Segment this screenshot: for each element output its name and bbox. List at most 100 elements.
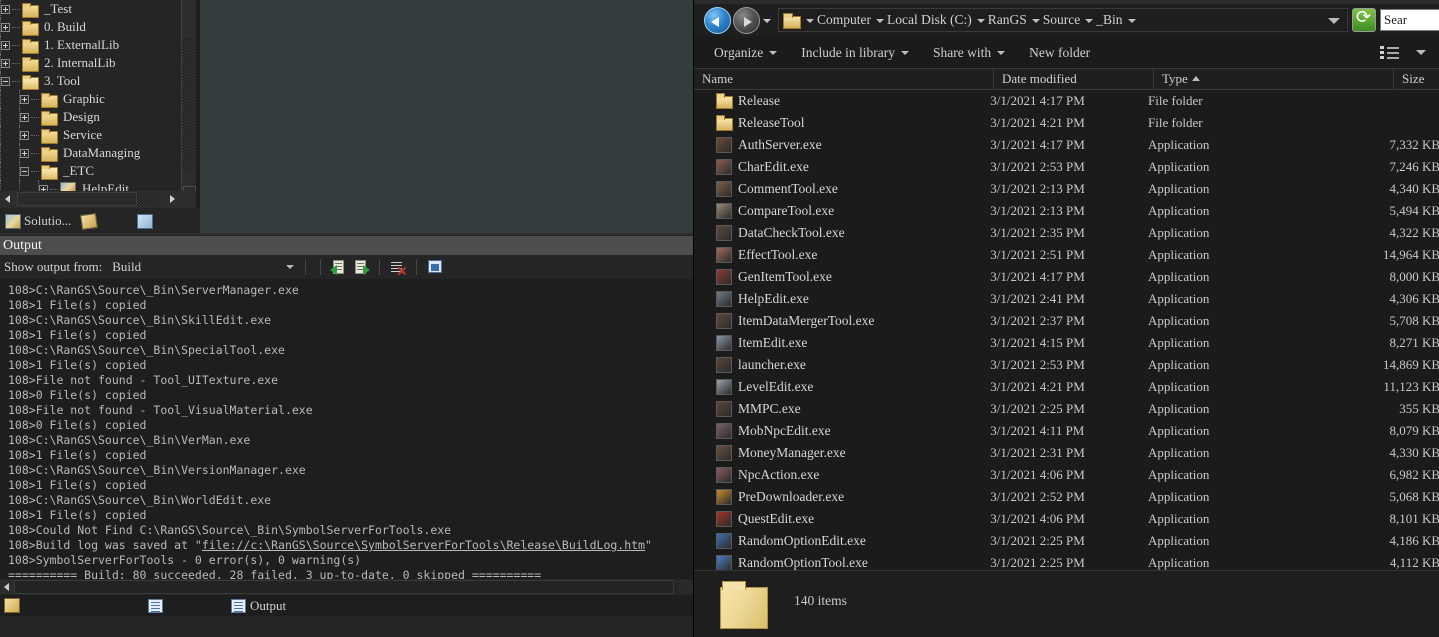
breadcrumb-item-rangs[interactable]: RanGS [987, 12, 1028, 28]
table-row[interactable]: EffectTool.exe 3/1/2021 2:51 PM Applicatio… [694, 244, 1439, 266]
breadcrumb-item-local-disk[interactable]: Local Disk (C:) [886, 12, 973, 28]
table-row[interactable]: ItemEdit.exe 3/1/2021 4:15 PM Application 8… [694, 332, 1439, 354]
chevron-down-icon[interactable] [973, 9, 987, 31]
tree-item[interactable]: 2. InternalLib [0, 54, 180, 72]
share-with-button[interactable]: Share with [921, 40, 1017, 66]
build-log-link[interactable]: file://c:\RanGS\Source\SymbolServerForTo… [202, 538, 645, 552]
change-view-icon[interactable] [1380, 44, 1406, 62]
cell-name[interactable]: PreDownloader.exe [694, 489, 990, 505]
tab-output[interactable]: Output [231, 596, 286, 616]
column-header-date-modified[interactable]: Date modified [994, 68, 1154, 90]
cell-name[interactable]: RandomOptionEdit.exe [694, 533, 990, 549]
table-row[interactable]: GenItemTool.exe 3/1/2021 4:17 PM Applicati… [694, 266, 1439, 288]
previous-locations-icon[interactable] [1325, 9, 1343, 31]
table-row[interactable]: LevelEdit.exe 3/1/2021 4:21 PM Application… [694, 376, 1439, 398]
tree-item[interactable]: 1. ExternalLib [0, 36, 180, 54]
tree-item[interactable]: 0. Build [0, 18, 180, 36]
tree-item[interactable]: Design [0, 108, 180, 126]
tab-properties[interactable] [76, 209, 102, 233]
chevron-down-icon[interactable] [1416, 50, 1426, 55]
table-row[interactable]: MMPC.exe 3/1/2021 2:25 PM Application 355 K… [694, 398, 1439, 420]
scroll-left-button[interactable] [1, 192, 15, 206]
tree-expander-plus-icon[interactable] [1, 22, 10, 32]
organize-button[interactable]: Organize [702, 40, 789, 66]
tree-expander-plus-icon[interactable] [1, 40, 10, 50]
solution-explorer-panel[interactable]: _Test 0. Build 1. ExternalLib 2. InternalLi… [0, 0, 196, 208]
breadcrumb-item-computer[interactable]: Computer [816, 12, 872, 28]
breadcrumb-item-source[interactable]: Source [1042, 12, 1082, 28]
scroll-right-button[interactable] [165, 192, 179, 206]
chevron-down-icon[interactable] [1028, 9, 1042, 31]
column-header-type[interactable]: Type [1154, 68, 1394, 90]
scrollbar-thumb-horizontal[interactable] [14, 580, 674, 594]
cell-name[interactable]: CompareTool.exe [694, 203, 990, 219]
tree-expander-minus-icon[interactable] [20, 166, 29, 176]
tab-class-view[interactable] [132, 209, 158, 233]
cell-name[interactable]: CharEdit.exe [694, 159, 990, 175]
search-input[interactable]: Sear [1380, 9, 1439, 31]
refresh-icon[interactable] [1352, 7, 1376, 32]
table-row[interactable]: PreDownloader.exe 3/1/2021 2:52 PM Applica… [694, 486, 1439, 508]
tree-expander-plus-icon[interactable] [20, 94, 29, 104]
solution-tree-vertical-scrollbar[interactable] [181, 0, 196, 208]
breadcrumb-item-bin[interactable]: _Bin [1095, 12, 1123, 28]
chevron-down-icon[interactable] [1081, 9, 1095, 31]
cell-name[interactable]: Release [694, 93, 990, 109]
cell-name[interactable]: MMPC.exe [694, 401, 990, 417]
table-row[interactable]: NpcAction.exe 3/1/2021 4:06 PM Application… [694, 464, 1439, 486]
cell-name[interactable]: ItemDataMergerTool.exe [694, 313, 990, 329]
forward-arrow-icon[interactable] [733, 6, 760, 34]
file-list[interactable]: Release 3/1/2021 4:17 PM File folder Releas… [694, 90, 1439, 570]
tree-item[interactable]: DataManaging [0, 144, 180, 162]
toggle-word-wrap-icon[interactable] [426, 258, 444, 276]
table-row[interactable]: launcher.exe 3/1/2021 2:53 PM Application 1… [694, 354, 1439, 376]
tree-expander-plus-icon[interactable] [1, 4, 10, 14]
back-arrow-icon[interactable] [704, 6, 731, 34]
table-row[interactable]: AuthServer.exe 3/1/2021 4:17 PM Applicatio… [694, 134, 1439, 156]
chevron-down-icon[interactable] [872, 9, 886, 31]
cell-name[interactable]: HelpEdit.exe [694, 291, 990, 307]
include-in-library-button[interactable]: Include in library [789, 40, 921, 66]
tree-item[interactable]: Graphic [0, 90, 180, 108]
cell-name[interactable]: DataCheckTool.exe [694, 225, 990, 241]
scroll-left-button[interactable] [0, 580, 14, 594]
table-row[interactable]: RandomOptionEdit.exe 3/1/2021 2:25 PM Appl… [694, 530, 1439, 552]
cell-name[interactable]: LevelEdit.exe [694, 379, 990, 395]
cell-name[interactable]: GenItemTool.exe [694, 269, 990, 285]
chevron-down-icon[interactable] [1124, 9, 1138, 31]
cell-name[interactable]: AuthServer.exe [694, 137, 990, 153]
solution-tree[interactable]: _Test 0. Build 1. ExternalLib 2. InternalLi… [0, 0, 180, 198]
table-row[interactable]: MobNpcEdit.exe 3/1/2021 4:11 PM Applicatio… [694, 420, 1439, 442]
recent-pages-dropdown-icon[interactable] [760, 7, 774, 34]
solution-tree-horizontal-scrollbar[interactable] [0, 191, 196, 208]
cell-name[interactable]: MobNpcEdit.exe [694, 423, 990, 439]
column-header-size[interactable]: Size [1394, 68, 1439, 90]
go-to-next-message-icon[interactable] [352, 258, 371, 276]
cell-name[interactable]: MoneyManager.exe [694, 445, 990, 461]
clear-all-icon[interactable] [389, 258, 407, 276]
tree-item[interactable]: _ETC [0, 162, 180, 180]
table-row[interactable]: Release 3/1/2021 4:17 PM File folder [694, 90, 1439, 112]
cell-name[interactable]: EffectTool.exe [694, 247, 990, 263]
tree-expander-plus-icon[interactable] [20, 112, 29, 122]
find-message-in-code-icon[interactable] [330, 258, 348, 276]
panel-divider[interactable] [0, 233, 693, 235]
output-horizontal-scrollbar[interactable] [0, 579, 693, 595]
cell-name[interactable]: QuestEdit.exe [694, 511, 990, 527]
tab-find-results[interactable] [4, 596, 20, 616]
editor-area[interactable] [200, 0, 693, 233]
breadcrumb[interactable]: Computer Local Disk (C:) RanGS Source _B… [778, 8, 1348, 32]
cell-name[interactable]: ItemEdit.exe [694, 335, 990, 351]
scrollbar-thumb[interactable] [183, 37, 196, 171]
cell-name[interactable]: RandomOptionTool.exe [694, 555, 990, 570]
table-row[interactable]: ReleaseTool 3/1/2021 4:21 PM File folder [694, 112, 1439, 134]
new-folder-button[interactable]: New folder [1017, 40, 1102, 66]
tree-expander-minus-icon[interactable] [1, 76, 10, 86]
table-row[interactable]: DataCheckTool.exe 3/1/2021 2:35 PM Applica… [694, 222, 1439, 244]
table-row[interactable]: ItemDataMergerTool.exe 3/1/2021 2:37 PM Ap… [694, 310, 1439, 332]
table-row[interactable]: CompareTool.exe 3/1/2021 2:13 PM Applicati… [694, 200, 1439, 222]
cell-name[interactable]: launcher.exe [694, 357, 990, 373]
show-output-from-select[interactable]: Build [108, 257, 299, 277]
tree-item[interactable]: 3. Tool [0, 72, 180, 90]
tree-expander-plus-icon[interactable] [1, 58, 10, 68]
